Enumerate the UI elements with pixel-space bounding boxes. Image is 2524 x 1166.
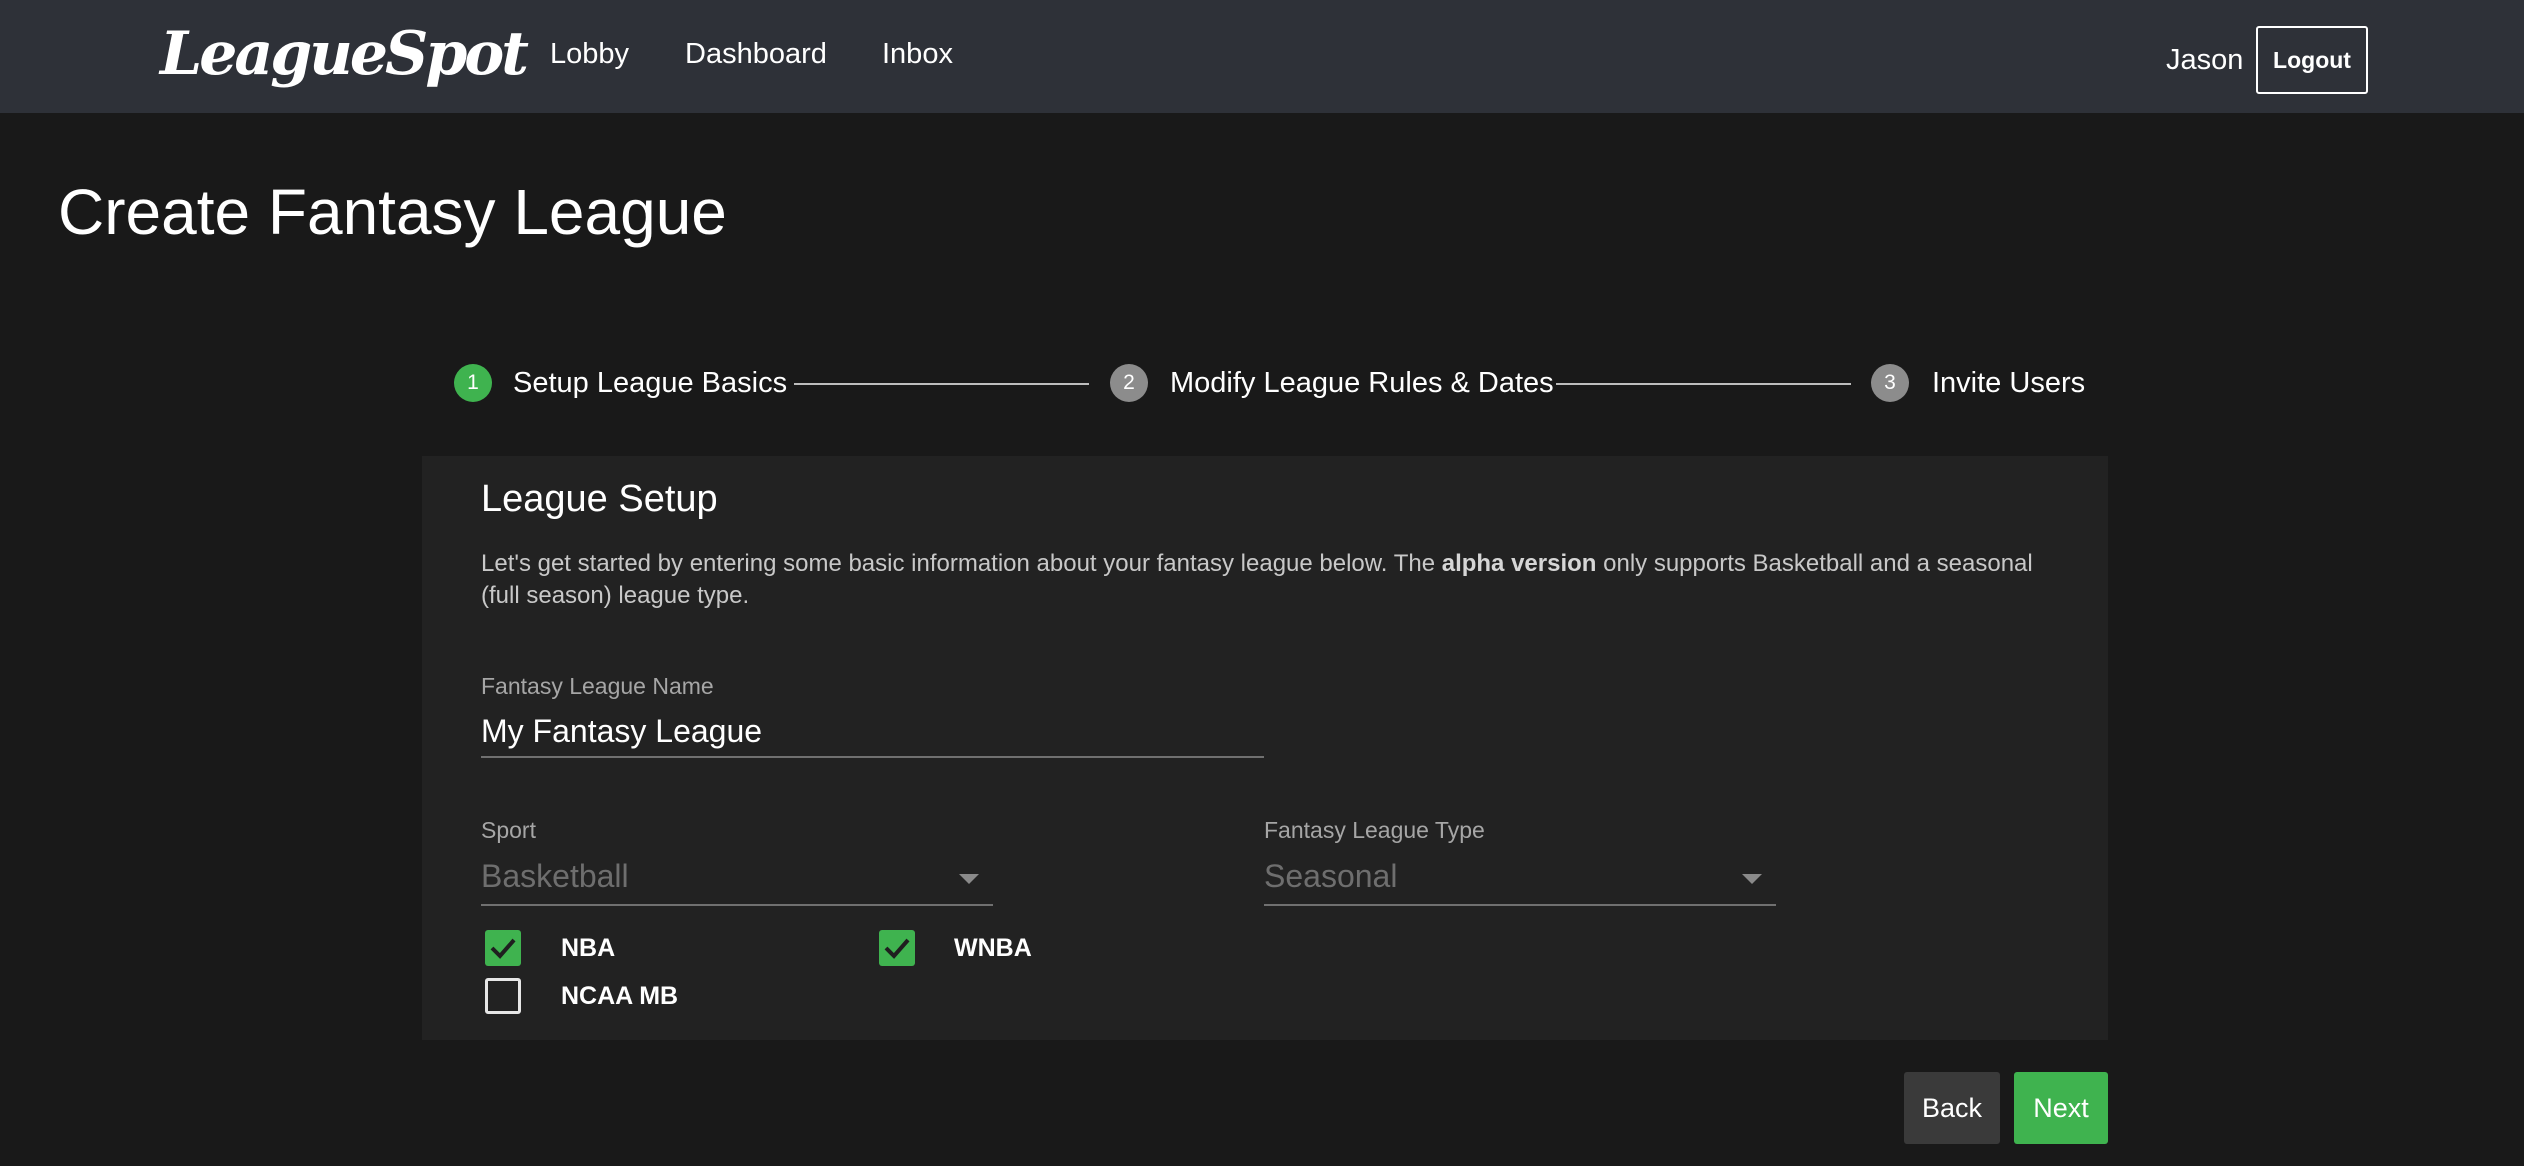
checkmark-icon <box>490 938 516 959</box>
chevron-down-icon <box>1742 874 1762 884</box>
nav-link-lobby[interactable]: Lobby <box>550 34 629 74</box>
league-type-select-value: Seasonal <box>1264 858 1398 894</box>
logo[interactable]: LeagueSpot <box>160 14 529 94</box>
step-connector <box>794 383 1089 385</box>
league-name-input[interactable] <box>481 706 1264 758</box>
wnba-checkbox[interactable] <box>879 930 915 966</box>
navbar: LeagueSpot Lobby Dashboard Inbox Jason L… <box>0 0 2524 113</box>
step-2-label: Modify League Rules & Dates <box>1170 367 1554 399</box>
step-2-number: 2 <box>1110 364 1148 402</box>
logout-button[interactable]: Logout <box>2256 26 2368 94</box>
league-name-label: Fantasy League Name <box>481 673 714 699</box>
nba-checkbox-label[interactable]: NBA <box>561 930 615 966</box>
step-3-number: 3 <box>1871 364 1909 402</box>
step-3-label: Invite Users <box>1932 367 2086 399</box>
step-1-label: Setup League Basics <box>513 367 788 399</box>
user-name: Jason <box>2166 44 2244 76</box>
desc-bold: alpha version <box>1441 550 1597 577</box>
sport-select-value: Basketball <box>481 858 629 894</box>
league-setup-card: League Setup Let's get started by enteri… <box>422 456 2108 1040</box>
nav-link-dashboard[interactable]: Dashboard <box>685 34 827 74</box>
ncaa-mb-checkbox-label[interactable]: NCAA MB <box>561 978 678 1014</box>
sport-select[interactable]: Basketball <box>481 852 993 906</box>
page-title: Create Fantasy League <box>58 176 727 248</box>
sport-label: Sport <box>481 817 536 843</box>
step-connector <box>1556 383 1851 385</box>
nba-checkbox[interactable] <box>485 930 521 966</box>
chevron-down-icon <box>959 874 979 884</box>
step-1-number: 1 <box>454 364 492 402</box>
card-description: Let's get started by entering some basic… <box>481 548 2041 612</box>
wnba-checkbox-label[interactable]: WNBA <box>954 930 1032 966</box>
back-button[interactable]: Back <box>1904 1072 2000 1144</box>
desc-text: Let's get started by entering some basic… <box>481 550 1442 577</box>
checkmark-icon <box>884 938 910 959</box>
next-button[interactable]: Next <box>2014 1072 2108 1144</box>
card-title: League Setup <box>481 478 718 520</box>
league-type-select[interactable]: Seasonal <box>1264 852 1776 906</box>
nav-link-inbox[interactable]: Inbox <box>882 34 953 74</box>
ncaa-mb-checkbox[interactable] <box>485 978 521 1014</box>
league-type-label: Fantasy League Type <box>1264 817 1485 843</box>
